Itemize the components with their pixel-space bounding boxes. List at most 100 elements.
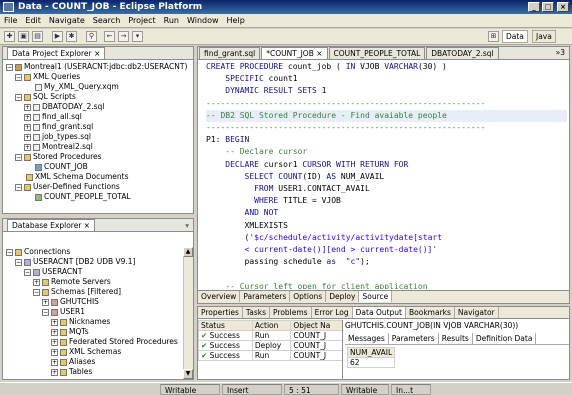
expand-icon[interactable]: +	[42, 298, 49, 306]
editor-tab-overview[interactable]: Overview	[198, 291, 241, 302]
expand-icon[interactable]: +	[24, 123, 31, 131]
collapse-icon[interactable]: −	[15, 258, 22, 266]
table-row[interactable]: ✔ Success Run COUNT_J	[198, 330, 342, 341]
collapse-icon[interactable]: −	[15, 93, 22, 101]
editor-tab[interactable]: find_grant.sql	[199, 47, 261, 59]
open-perspective-icon[interactable]: ⊞	[488, 31, 499, 42]
perspective-java[interactable]: Java	[532, 30, 556, 43]
panel-tab-tasks[interactable]: Tasks	[243, 307, 271, 318]
tree-item[interactable]: − Montreal1 (USERACNT:jdbc:db2:USERACNT)	[6, 62, 193, 72]
collapse-icon[interactable]: −	[15, 153, 22, 161]
forward-icon[interactable]: →	[118, 31, 129, 42]
column-header[interactable]: Status	[198, 320, 253, 331]
collapse-icon[interactable]: −	[15, 183, 22, 191]
back-icon[interactable]: ←	[104, 31, 115, 42]
search-icon[interactable]: ⚲	[86, 31, 97, 42]
panel-tab-error-log[interactable]: Error Log	[312, 307, 353, 318]
tree-item[interactable]: − USER1	[6, 307, 182, 317]
collapse-icon[interactable]: −	[6, 63, 13, 71]
tree-item[interactable]: − USERACNT	[6, 267, 182, 277]
collapse-icon[interactable]: −	[42, 308, 49, 316]
scroll-up-arrow[interactable]: ▲	[183, 247, 193, 257]
expand-icon[interactable]: +	[24, 143, 31, 151]
tree-item[interactable]: − SQL Scripts	[6, 92, 193, 102]
editor-tab[interactable]: *COUNT_JOB ×	[261, 47, 328, 59]
expand-icon[interactable]: +	[51, 318, 58, 326]
minimize-button[interactable]: _	[528, 2, 540, 12]
detail-tab-definition-data[interactable]: Definition Data	[473, 333, 537, 344]
tree-item[interactable]: − USERACNT [DB2 UDB V9.1]	[6, 257, 182, 267]
tree-item[interactable]: + Nicknames	[6, 317, 182, 327]
new-icon[interactable]: ✚	[4, 31, 15, 42]
tree-item[interactable]: COUNT_JOB	[6, 162, 193, 172]
expand-icon[interactable]: +	[24, 113, 31, 121]
tree-item[interactable]: COUNT_PEOPLE_TOTAL	[6, 192, 193, 202]
editor-tab-parameters[interactable]: Parameters	[240, 291, 291, 302]
tree-item[interactable]: + Remote Servers	[6, 277, 182, 287]
close-tab-icon[interactable]: ×	[314, 49, 322, 58]
tree-item[interactable]: + find_all.sql	[6, 112, 193, 122]
tree-item[interactable]: − XML Queries	[6, 72, 193, 82]
result-cell[interactable]: 62	[346, 357, 396, 368]
print-icon[interactable]: ▤	[32, 31, 43, 42]
panel-tab-properties[interactable]: Properties	[198, 307, 243, 318]
close-button[interactable]: ×	[557, 2, 569, 12]
column-header[interactable]: Object Na	[290, 320, 342, 331]
editor-tab[interactable]: DBATODAY_2.sql	[426, 47, 499, 59]
detail-tab-messages[interactable]: Messages	[345, 333, 389, 344]
expand-icon[interactable]: +	[33, 278, 40, 286]
tree-item[interactable]: + Aliases	[6, 357, 182, 367]
tree-item[interactable]: + job_types.sql	[6, 132, 193, 142]
menu-project[interactable]: Project	[124, 14, 159, 28]
editor-tab[interactable]: COUNT_PEOPLE_TOTAL	[328, 47, 426, 59]
database-explorer-scrollbar[interactable]: ▲ ▼	[183, 247, 193, 379]
tree-item[interactable]: + Tables	[6, 367, 182, 377]
tree-item[interactable]: − User-Defined Functions	[6, 182, 193, 192]
tree-item[interactable]: − Connections	[6, 247, 182, 257]
tree-item[interactable]: + find_grant.sql	[6, 122, 193, 132]
collapse-icon[interactable]: −	[33, 288, 40, 296]
expand-icon[interactable]: +	[24, 103, 31, 111]
table-row[interactable]: ✔ Success Deploy COUNT_J	[198, 340, 342, 351]
expand-icon[interactable]: +	[51, 328, 58, 336]
expand-icon[interactable]: +	[51, 338, 58, 346]
tab-overflow[interactable]: »3	[556, 47, 565, 59]
editor-tab-deploy[interactable]: Deploy	[326, 291, 360, 302]
panel-tab-bookmarks[interactable]: Bookmarks	[406, 307, 455, 318]
code-area[interactable]: CREATE PROCEDURE count_job ( IN VJOB VAR…	[206, 61, 567, 289]
tree-item[interactable]: + Federated Stored Procedures	[6, 337, 182, 347]
panel-tab-data-output[interactable]: Data Output	[352, 307, 407, 318]
menu-window[interactable]: Window	[183, 14, 223, 28]
scroll-down-arrow[interactable]: ▼	[183, 369, 193, 379]
collapse-icon[interactable]: −	[15, 73, 22, 81]
tree-item[interactable]: My_XML_Query.xqm	[6, 82, 193, 92]
history-icon[interactable]: ▾	[132, 31, 143, 42]
menu-help[interactable]: Help	[223, 14, 249, 28]
tree-item[interactable]: XML Schema Documents	[6, 172, 193, 182]
detail-tab-results[interactable]: Results	[438, 333, 473, 344]
tree-item[interactable]: + DBATODAY_2.sql	[6, 102, 193, 112]
expand-icon[interactable]: +	[51, 358, 58, 366]
project-explorer-tab[interactable]: Data Project Explorer ×	[7, 47, 106, 59]
expand-icon[interactable]: +	[24, 133, 31, 141]
run-icon[interactable]: ▶	[52, 31, 63, 42]
maximize-button[interactable]: □	[542, 2, 554, 12]
tree-item[interactable]: − Schemas [Filtered]	[6, 287, 182, 297]
tree-item[interactable]: + MQTs	[6, 327, 182, 337]
view-menu-icon[interactable]: ▾	[185, 220, 189, 232]
collapse-icon[interactable]: −	[24, 268, 31, 276]
panel-tab-problems[interactable]: Problems	[270, 307, 312, 318]
tree-item[interactable]: + Montreal2.sql	[6, 142, 193, 152]
tree-item[interactable]: + GHUTCHIS	[6, 297, 182, 307]
menu-navigate[interactable]: Navigate	[45, 14, 89, 28]
expand-icon[interactable]: +	[51, 368, 58, 376]
panel-tab-navigator[interactable]: Navigator	[455, 307, 499, 318]
table-row[interactable]: ✔ Success Run COUNT_J	[198, 350, 342, 361]
column-header[interactable]: Action	[251, 320, 292, 331]
perspective-data[interactable]: Data	[502, 30, 528, 43]
tree-item[interactable]: − Stored Procedures	[6, 152, 193, 162]
collapse-icon[interactable]: −	[6, 248, 13, 256]
detail-tab-parameters[interactable]: Parameters	[389, 333, 439, 344]
debug-icon[interactable]: ✱	[66, 31, 77, 42]
tree-item[interactable]: + XML Schemas	[6, 347, 182, 357]
